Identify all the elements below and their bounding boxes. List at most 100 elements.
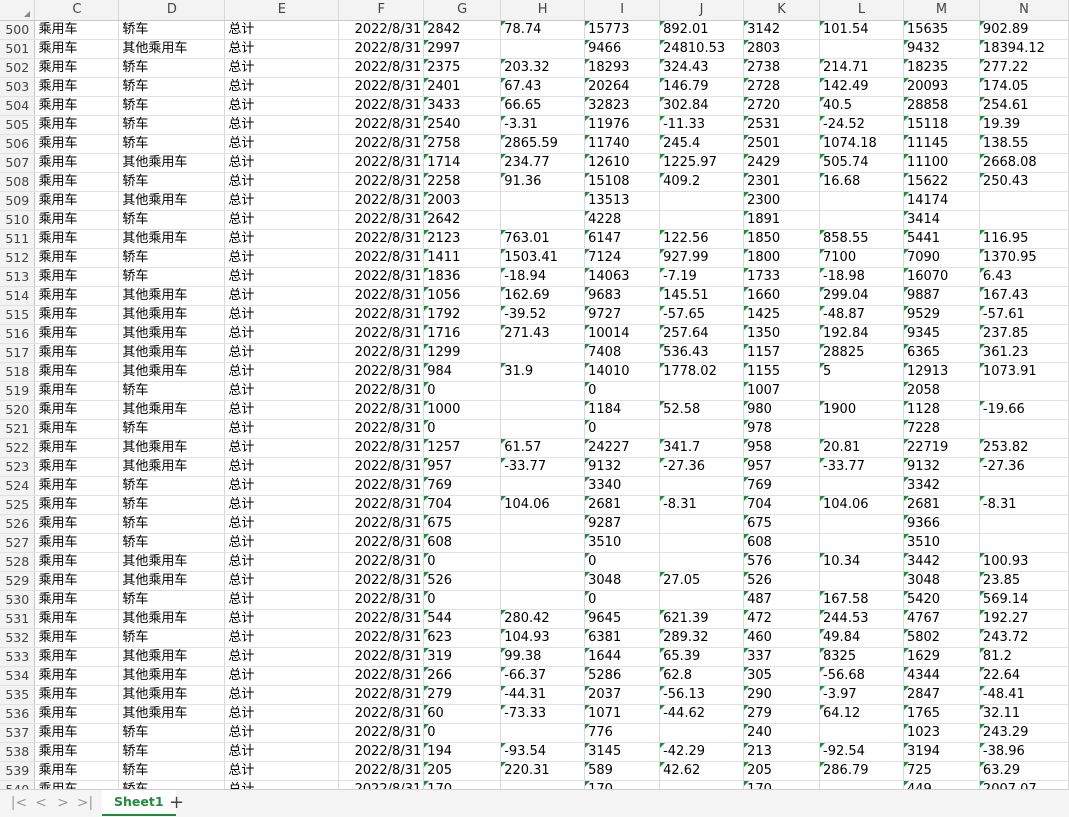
cell-n[interactable]: 63.29: [979, 761, 1069, 781]
cell-d[interactable]: 其他乘用车: [118, 305, 226, 325]
cell-j[interactable]: 145.51: [659, 286, 745, 306]
cell-g[interactable]: 0: [423, 381, 502, 401]
cell-i[interactable]: 3340: [584, 476, 661, 496]
cell-h[interactable]: 31.9: [500, 362, 586, 382]
cell-k[interactable]: 2728: [743, 77, 821, 97]
cell-m[interactable]: 3342: [903, 476, 980, 496]
cell-j[interactable]: 27.05: [659, 571, 745, 591]
cell-n[interactable]: [979, 419, 1069, 439]
cell-e[interactable]: 总计: [224, 400, 340, 420]
cell-n[interactable]: 32.11: [979, 704, 1069, 724]
cell-e[interactable]: 总计: [224, 362, 340, 382]
cell-j[interactable]: -56.13: [659, 685, 745, 705]
cell-f[interactable]: 2022/8/31: [338, 590, 425, 610]
cell-n[interactable]: -48.41: [979, 685, 1069, 705]
cell-e[interactable]: 总计: [224, 590, 340, 610]
cell-d[interactable]: 其他乘用车: [118, 552, 226, 572]
cell-d[interactable]: 轿车: [118, 96, 226, 116]
cell-n[interactable]: 277.22: [979, 58, 1069, 78]
cell-j[interactable]: -7.19: [659, 267, 745, 287]
cell-c[interactable]: 乘用车: [34, 552, 120, 572]
cell-d[interactable]: 轿车: [118, 742, 226, 762]
cell-h[interactable]: [500, 723, 586, 743]
cell-m[interactable]: 3442: [903, 552, 980, 572]
row-header[interactable]: 500: [0, 20, 36, 40]
cell-g[interactable]: 1000: [423, 400, 502, 420]
cell-m[interactable]: 1629: [903, 647, 980, 667]
cell-d[interactable]: 轿车: [118, 77, 226, 97]
cell-k[interactable]: 769: [743, 476, 821, 496]
cell-m[interactable]: 725: [903, 761, 980, 781]
cell-m[interactable]: 9132: [903, 457, 980, 477]
cell-j[interactable]: 52.58: [659, 400, 745, 420]
cell-m[interactable]: 9345: [903, 324, 980, 344]
cell-n[interactable]: 100.93: [979, 552, 1069, 572]
cell-j[interactable]: 341.7: [659, 438, 745, 458]
cell-f[interactable]: 2022/8/31: [338, 419, 425, 439]
cell-h[interactable]: -39.52: [500, 305, 586, 325]
cell-c[interactable]: 乘用车: [34, 343, 120, 363]
cell-g[interactable]: 2123: [423, 229, 502, 249]
cell-e[interactable]: 总计: [224, 381, 340, 401]
cell-d[interactable]: 轿车: [118, 267, 226, 287]
cell-m[interactable]: 28858: [903, 96, 980, 116]
cell-k[interactable]: 2531: [743, 115, 821, 135]
cell-l[interactable]: 192.84: [819, 324, 904, 344]
cell-c[interactable]: 乘用车: [34, 495, 120, 515]
cell-k[interactable]: 526: [743, 571, 821, 591]
cell-f[interactable]: 2022/8/31: [338, 229, 425, 249]
cell-g[interactable]: 1299: [423, 343, 502, 363]
cell-n[interactable]: [979, 533, 1069, 553]
cell-m[interactable]: 2058: [903, 381, 980, 401]
row-header[interactable]: 540: [0, 780, 36, 789]
cell-e[interactable]: 总计: [224, 172, 340, 192]
cell-e[interactable]: 总计: [224, 191, 340, 211]
cell-m[interactable]: 1023: [903, 723, 980, 743]
cell-m[interactable]: 3510: [903, 533, 980, 553]
cell-e[interactable]: 总计: [224, 229, 340, 249]
cell-f[interactable]: 2022/8/31: [338, 172, 425, 192]
cell-d[interactable]: 轿车: [118, 419, 226, 439]
cell-l[interactable]: 28825: [819, 343, 904, 363]
cell-m[interactable]: 5802: [903, 628, 980, 648]
cell-i[interactable]: 9132: [584, 457, 661, 477]
cell-f[interactable]: 2022/8/31: [338, 457, 425, 477]
cell-g[interactable]: 2997: [423, 39, 502, 59]
cell-j[interactable]: [659, 590, 745, 610]
cell-j[interactable]: [659, 780, 745, 789]
cell-l[interactable]: -48.87: [819, 305, 904, 325]
cell-k[interactable]: 980: [743, 400, 821, 420]
cell-c[interactable]: 乘用车: [34, 666, 120, 686]
cell-j[interactable]: 146.79: [659, 77, 745, 97]
cell-k[interactable]: 290: [743, 685, 821, 705]
column-header-n[interactable]: N: [979, 0, 1069, 21]
cell-m[interactable]: 4767: [903, 609, 980, 629]
row-header[interactable]: 510: [0, 210, 36, 230]
cell-i[interactable]: 11976: [584, 115, 661, 135]
cell-n[interactable]: 1370.95: [979, 248, 1069, 268]
tab-sheet1[interactable]: Sheet1: [102, 790, 176, 816]
row-header[interactable]: 507: [0, 153, 36, 173]
cell-d[interactable]: 其他乘用车: [118, 457, 226, 477]
row-header[interactable]: 524: [0, 476, 36, 496]
cell-g[interactable]: 769: [423, 476, 502, 496]
cell-e[interactable]: 总计: [224, 20, 340, 40]
cell-g[interactable]: 319: [423, 647, 502, 667]
cell-k[interactable]: 2300: [743, 191, 821, 211]
column-header-k[interactable]: K: [743, 0, 821, 21]
cell-f[interactable]: 2022/8/31: [338, 343, 425, 363]
cell-e[interactable]: 总计: [224, 134, 340, 154]
cell-k[interactable]: 1660: [743, 286, 821, 306]
cell-l[interactable]: 16.68: [819, 172, 904, 192]
cell-d[interactable]: 轿车: [118, 628, 226, 648]
cell-l[interactable]: 20.81: [819, 438, 904, 458]
cell-l[interactable]: [819, 723, 904, 743]
cell-i[interactable]: 15108: [584, 172, 661, 192]
cell-e[interactable]: 总计: [224, 286, 340, 306]
cell-k[interactable]: 2501: [743, 134, 821, 154]
cell-l[interactable]: 8325: [819, 647, 904, 667]
row-header[interactable]: 509: [0, 191, 36, 211]
row-header[interactable]: 502: [0, 58, 36, 78]
cell-m[interactable]: 9432: [903, 39, 980, 59]
cell-i[interactable]: 6381: [584, 628, 661, 648]
